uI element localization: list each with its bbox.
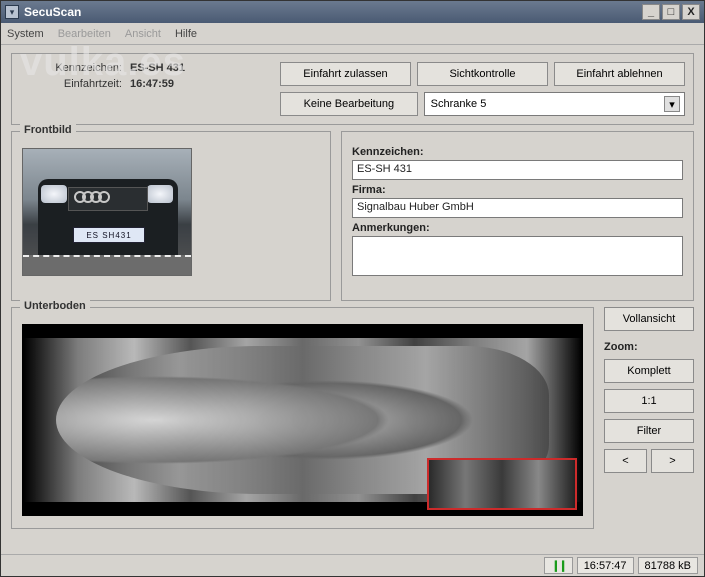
menu-hilfe[interactable]: Hilfe bbox=[175, 28, 197, 40]
zoom-1to1-button[interactable]: 1:1 bbox=[604, 389, 694, 413]
minimize-button[interactable]: _ bbox=[642, 4, 660, 20]
detail-kennzeichen-label: Kennzeichen: bbox=[352, 146, 683, 158]
unterboden-group: Unterboden bbox=[11, 307, 594, 529]
license-plate: ES SH431 bbox=[73, 227, 145, 243]
window-titlebar[interactable]: ▾ SecuScan _ □ X bbox=[1, 1, 704, 23]
details-group: Kennzeichen: ES-SH 431 Firma: Signalbau … bbox=[341, 131, 694, 301]
scan-minimap[interactable] bbox=[427, 458, 577, 510]
detail-kennzeichen-field[interactable]: ES-SH 431 bbox=[352, 160, 683, 180]
detail-firma-field[interactable]: Signalbau Huber GmbH bbox=[352, 198, 683, 218]
frontbild-title: Frontbild bbox=[20, 124, 76, 136]
status-time: 16:57:47 bbox=[577, 557, 634, 574]
einfahrt-ablehnen-button[interactable]: Einfahrt ablehnen bbox=[554, 62, 685, 86]
top-panel: Kennzeichen: ES-SH 431 Einfahrtzeit: 16:… bbox=[11, 53, 694, 125]
filter-button[interactable]: Filter bbox=[604, 419, 694, 443]
undercarriage-scan[interactable] bbox=[22, 324, 583, 516]
zoom-label: Zoom: bbox=[604, 341, 694, 353]
scan-controls: Vollansicht Zoom: Komplett 1:1 Filter < … bbox=[604, 307, 694, 529]
pause-icon[interactable]: ❙❙ bbox=[544, 557, 572, 574]
headlight-right bbox=[147, 185, 173, 203]
einfahrt-zulassen-button[interactable]: Einfahrt zulassen bbox=[280, 62, 411, 86]
keine-bearbeitung-button[interactable]: Keine Bearbeitung bbox=[280, 92, 418, 116]
zoom-komplett-button[interactable]: Komplett bbox=[604, 359, 694, 383]
detail-firma-label: Firma: bbox=[352, 184, 683, 196]
road-marking bbox=[23, 255, 191, 275]
kennzeichen-label: Kennzeichen: bbox=[20, 62, 130, 74]
einfahrtzeit-value: 16:47:59 bbox=[130, 78, 174, 90]
einfahrtzeit-label: Einfahrtzeit: bbox=[20, 78, 130, 90]
status-bar: ❙❙ 16:57:47 81788 kB bbox=[1, 554, 704, 576]
next-button[interactable]: > bbox=[651, 449, 694, 473]
kennzeichen-value: ES-SH 431 bbox=[130, 62, 185, 74]
menu-system[interactable]: System bbox=[7, 28, 44, 40]
vollansicht-button[interactable]: Vollansicht bbox=[604, 307, 694, 331]
menu-ansicht[interactable]: Ansicht bbox=[125, 28, 161, 40]
window-title: SecuScan bbox=[24, 5, 640, 19]
action-buttons: Einfahrt zulassen Sichtkontrolle Einfahr… bbox=[280, 62, 685, 116]
audi-rings-icon bbox=[78, 191, 110, 203]
front-image[interactable]: ES SH431 bbox=[22, 148, 192, 276]
headlight-left bbox=[41, 185, 67, 203]
entry-info: Kennzeichen: ES-SH 431 Einfahrtzeit: 16:… bbox=[20, 62, 270, 116]
menu-bearbeiten[interactable]: Bearbeiten bbox=[58, 28, 111, 40]
sichtkontrolle-button[interactable]: Sichtkontrolle bbox=[417, 62, 548, 86]
status-memory: 81788 kB bbox=[638, 557, 698, 574]
main-content: Kennzeichen: ES-SH 431 Einfahrtzeit: 16:… bbox=[1, 45, 704, 554]
schranke-select[interactable]: Schranke 5 ▾ bbox=[424, 92, 685, 116]
chevron-down-icon: ▾ bbox=[664, 96, 680, 112]
schranke-selected-value: Schranke 5 bbox=[431, 98, 487, 110]
detail-anmerkungen-field[interactable] bbox=[352, 236, 683, 276]
menubar: System Bearbeiten Ansicht Hilfe bbox=[1, 23, 704, 45]
close-button[interactable]: X bbox=[682, 4, 700, 20]
frontbild-group: Frontbild ES SH431 bbox=[11, 131, 331, 301]
detail-anmerkungen-label: Anmerkungen: bbox=[352, 222, 683, 234]
app-icon: ▾ bbox=[5, 5, 19, 19]
prev-button[interactable]: < bbox=[604, 449, 647, 473]
maximize-button[interactable]: □ bbox=[662, 4, 680, 20]
unterboden-title: Unterboden bbox=[20, 300, 90, 312]
